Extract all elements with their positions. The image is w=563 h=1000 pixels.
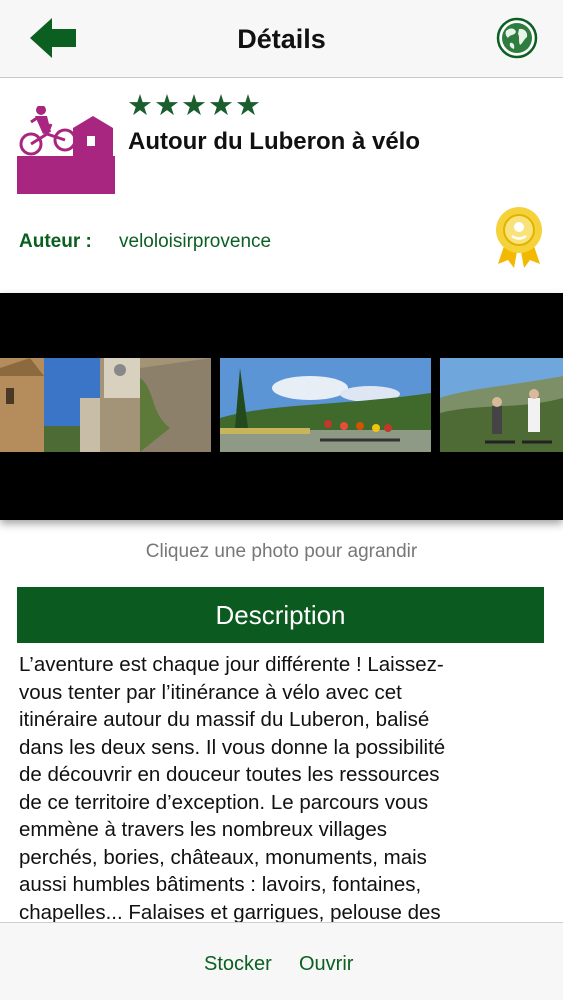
village-photo[interactable] — [0, 358, 211, 452]
page-title: Détails — [237, 24, 326, 54]
cyclists-valley-photo[interactable] — [440, 358, 563, 452]
star-icon: ★ — [127, 90, 153, 122]
star-icon: ★ — [208, 90, 234, 122]
author-name[interactable]: veloloisirprovence — [119, 231, 271, 253]
author-label: Auteur : — [19, 231, 92, 252]
rating-stars: ★ ★ ★ ★ ★ — [127, 91, 261, 121]
star-icon: ★ — [181, 90, 207, 122]
bottom-toolbar: Stocker Ouvrir — [0, 922, 563, 1000]
cyclists-road-photo[interactable] — [220, 358, 431, 452]
star-icon: ★ — [154, 90, 180, 122]
star-icon: ★ — [235, 90, 261, 122]
gold-medal-icon — [494, 206, 544, 270]
photo-gallery[interactable] — [0, 293, 563, 520]
gallery-hint: Cliquez une photo pour agrandir — [145, 541, 418, 562]
description-text: L’aventure est chaque jour différente ! … — [19, 653, 446, 922]
route-title: Autour du Luberon à vélo — [128, 128, 420, 155]
description-heading: Description — [17, 587, 544, 643]
store-button[interactable]: Stocker — [204, 953, 272, 976]
navigation-bar: Détails — [0, 0, 563, 78]
route-header: ★ ★ ★ ★ ★ Autour du Luberon à vélo Auteu… — [0, 78, 563, 293]
cycling-route-icon — [17, 105, 115, 194]
open-button[interactable]: Ouvrir — [299, 953, 353, 976]
globe-button[interactable] — [496, 17, 538, 59]
globe-icon — [496, 17, 538, 59]
